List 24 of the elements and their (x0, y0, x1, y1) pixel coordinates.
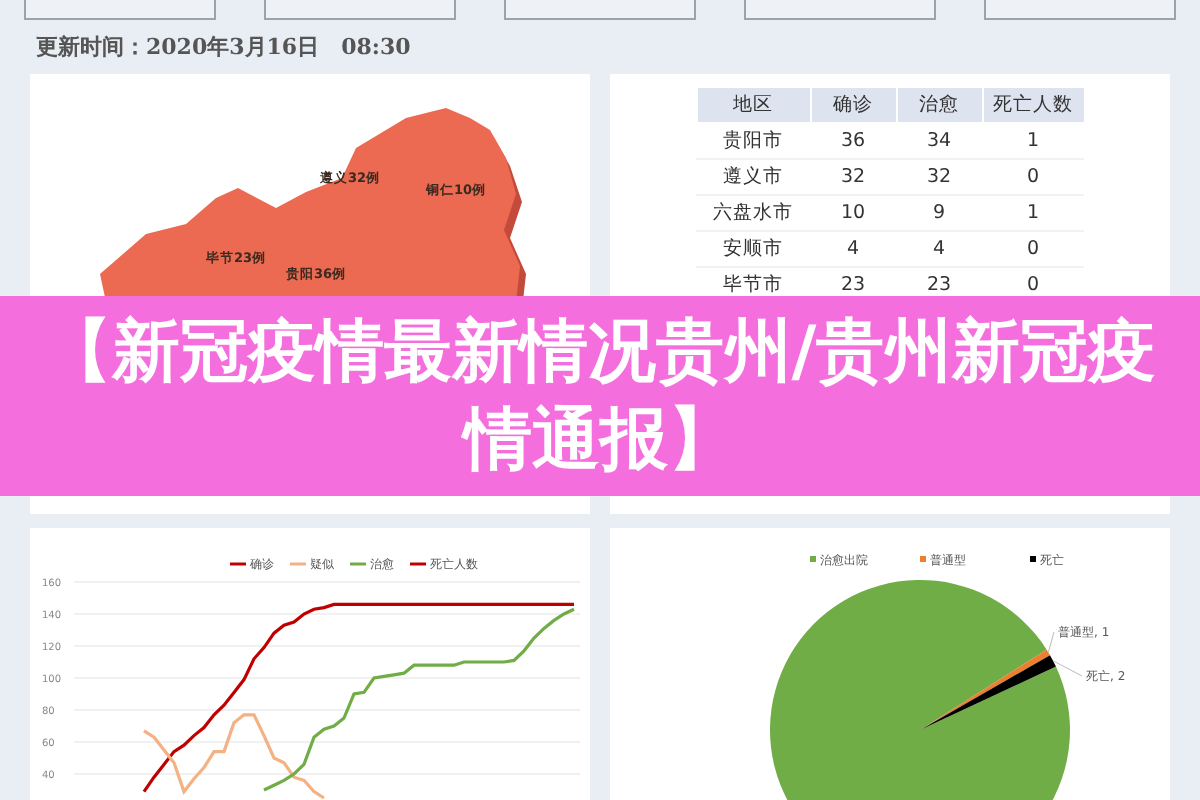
leader-line (1047, 631, 1055, 653)
table-cell: 0 (982, 159, 1084, 195)
table-cell: 1 (982, 123, 1084, 159)
banner-title: 【新冠疫情最新情况贵州/贵州新冠疫情通报】 (41, 310, 1159, 484)
table-cell: 0 (982, 231, 1084, 267)
leader-line (1052, 660, 1083, 677)
column-header: 地区 (696, 87, 810, 123)
table-cell: 32 (896, 159, 982, 195)
table-cell: 10 (810, 195, 896, 231)
table-cell: 34 (896, 123, 982, 159)
table-cell: 安顺市 (696, 231, 810, 267)
table-cell: 4 (810, 231, 896, 267)
column-header: 治愈 (896, 87, 982, 123)
table-cell: 32 (810, 159, 896, 195)
update-time: 更新时间：2020年3月16日 08:30 (34, 32, 413, 64)
column-header: 确诊 (810, 87, 896, 123)
table-cell: 9 (896, 195, 982, 231)
table-cell: 1 (982, 195, 1084, 231)
table-cell: 遵义市 (696, 159, 810, 195)
table-cell: 36 (810, 123, 896, 159)
table-cell: 六盘水市 (696, 195, 810, 231)
table-cell: 4 (896, 231, 982, 267)
column-header: 死亡人数 (982, 87, 1084, 123)
table-cell: 贵阳市 (696, 123, 810, 159)
